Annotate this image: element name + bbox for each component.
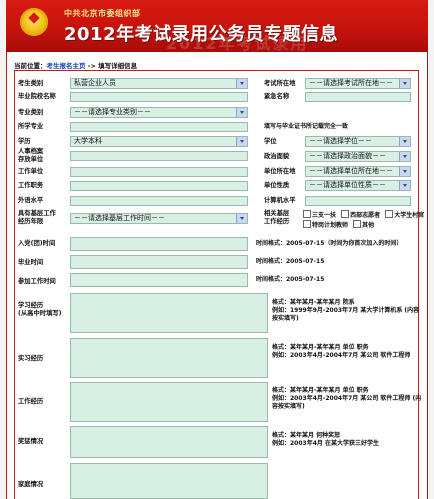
zhuanye-note: 填写与毕业证书所记载完全一致 (264, 123, 349, 130)
checkbox-xibu-zhiyuanzhe[interactable] (341, 210, 350, 218)
label-shixi-jingli: 实习经历 (18, 355, 44, 362)
label-gongzuo-zhiwu: 工作职务 (18, 182, 44, 189)
select-kaoshi-suozaidi-value: －－请选择考试所在地－－ (309, 79, 393, 87)
input-rudang-shijian[interactable] (70, 237, 248, 251)
select-xuewei-value: －－请选择学位－－ (309, 137, 372, 145)
textarea-gongzuo-jingli[interactable] (70, 382, 268, 422)
label-biye-shijian: 毕业时间 (18, 259, 44, 266)
textarea-jiating[interactable] (70, 463, 268, 499)
jiceng-checkbox-group: 三支一扶 西部志愿者 大学生村官 特岗计划教师 其他 (300, 210, 428, 230)
select-jiceng-nianxian[interactable]: －－请选择基层工作时间－－ (70, 213, 248, 224)
label-jiceng-nianxian: 具有基层工作 经历年限 (18, 210, 56, 225)
checkbox-daxuesheng-cunguan[interactable] (385, 210, 394, 218)
select-xueli[interactable]: 大学本科 (70, 136, 248, 147)
breadcrumb-home-link[interactable]: 考生报名主页 (47, 62, 86, 70)
header-banner: 2012年考试录用 中共北京市委组织部 2012年考试录用公务员专题信息 (6, 0, 428, 52)
input-canjia-gongzuo[interactable] (70, 273, 248, 287)
select-jiceng-nianxian-value: －－请选择基层工作时间－－ (74, 214, 165, 222)
select-zhuanye-leibie-value: －－请选择专业类别－－ (74, 108, 151, 116)
chevron-down-icon (236, 137, 247, 146)
input-waiyu[interactable] (70, 196, 248, 206)
label-xueli: 学历 (18, 138, 31, 145)
select-danwei-suozaidi-value: －－请选择单位所在地－－ (309, 167, 393, 175)
option-xibu-zhiyuanzhe: 西部志愿者 (350, 212, 381, 219)
checkbox-sanzhi-yifu[interactable] (303, 210, 311, 218)
label-zhengzhi-mianmao: 政治面貌 (264, 153, 290, 160)
option-tegang-jiaoshi: 特岗计划教师 (312, 222, 349, 229)
biye-note: 时间格式：2005-07-15 (256, 258, 325, 265)
label-kaosheng-leibie: 考生类别 (18, 80, 44, 87)
shixi-note: 格式：某年某月-某年某月 单位 职务 例如：2003年4月-2004年7月 某公… (272, 344, 411, 359)
org-name: 中共北京市委组织部 (64, 8, 141, 18)
chevron-down-icon (399, 137, 410, 146)
select-danwei-xingzhi[interactable]: －－请选择单位性质－－ (305, 180, 411, 191)
label-renshi-dangan: 人事档案 存放单位 (18, 148, 44, 163)
label-kaoshi-suozaidi: 考试所在地 (264, 80, 296, 87)
input-jisuanji[interactable] (305, 196, 411, 206)
breadcrumb-current: 填写详细信息 (98, 62, 138, 70)
select-zhengzhi-mianmao-value: －－请选择政治面貌－－ (309, 152, 386, 160)
label-zhuanye-mingcheng: 所学专业 (18, 123, 44, 130)
textarea-xuexi-jingli[interactable] (70, 293, 268, 333)
select-zhengzhi-mianmao[interactable]: －－请选择政治面貌－－ (305, 151, 411, 162)
input-gongzuo-zhiwu[interactable] (70, 181, 248, 191)
label-jisuanji: 计算机水平 (264, 197, 296, 204)
label-danwei-xingzhi: 单位性质 (264, 182, 290, 189)
select-xueli-value: 大学本科 (74, 137, 102, 145)
breadcrumb: 当前位置：考生报名主页 -> 填写详细信息 (14, 60, 137, 70)
label-gongzuo-danwei: 工作单位 (18, 168, 44, 175)
select-zhuanye-leibie[interactable]: －－请选择专业类别－－ (70, 107, 248, 118)
label-jiangcheng: 奖惩情况 (18, 438, 44, 445)
national-emblem-icon (20, 8, 48, 36)
select-kaoshi-suozaidi[interactable]: －－请选择考试所在地－－ (305, 78, 411, 89)
chevron-down-icon (236, 79, 247, 88)
textarea-jiangcheng[interactable] (70, 426, 268, 458)
label-zhuanye-leibie: 专业类别 (18, 109, 44, 116)
chevron-down-icon (399, 167, 410, 176)
page-title: 2012年考试录用公务员专题信息 (64, 24, 339, 45)
input-zhuanye-mingcheng[interactable] (70, 122, 248, 132)
breadcrumb-sep: -> (85, 62, 99, 70)
input-jiating-mingcheng[interactable] (305, 92, 411, 102)
jiangcheng-note: 格式：某年某月 何种奖惩 例如：2003年4月 在某大学获三好学生 (272, 432, 379, 447)
input-biye-yuanxiao[interactable] (70, 92, 248, 102)
rudang-note: 时间格式：2005-07-15（时间为你首次加入的时间） (256, 240, 403, 247)
select-danwei-xingzhi-value: －－请选择单位性质－－ (309, 181, 386, 189)
option-sanzhi-yifu: 三支一扶 (312, 212, 337, 219)
label-biye-yuanxiao: 毕业院校名称 (18, 93, 56, 100)
label-xuexi-jingli: 学习经历 (从高中时填写) (18, 302, 62, 317)
checkbox-qita[interactable] (353, 220, 362, 228)
label-gongzuo-jingli: 工作经历 (18, 398, 44, 405)
textarea-shixi-jingli[interactable] (70, 338, 268, 378)
label-danwei-suozaidi: 单位所在地 (264, 168, 296, 175)
chevron-down-icon (236, 108, 247, 117)
label-xuewei: 学位 (264, 138, 277, 145)
breadcrumb-prefix: 当前位置： (14, 62, 47, 70)
label-jiceng-jingli: 相关基层 工作经历 (264, 210, 290, 225)
select-xuewei[interactable]: －－请选择学位－－ (305, 136, 411, 147)
option-qita: 其他 (362, 222, 375, 229)
gongzuo-note: 格式：某年某月-某年某月 单位 职务 例如：2003年4月-2004年7月 某公… (272, 387, 422, 410)
xuexi-note: 格式：某年某月-某年某月 院系 例如：1999年9月-2003年7月 某大学计算… (272, 299, 420, 322)
select-kaosheng-leibie[interactable]: 私营企业人员 (70, 78, 248, 89)
chevron-down-icon (399, 79, 410, 88)
input-renshi-dangan[interactable] (70, 151, 248, 161)
checkbox-tegang-jiaoshi[interactable] (303, 220, 311, 228)
chevron-down-icon (399, 181, 410, 190)
select-danwei-suozaidi[interactable]: －－请选择单位所在地－－ (305, 166, 411, 177)
canjia-note: 时间格式：2005-07-15 (256, 276, 325, 283)
label-waiyu: 外语水平 (18, 197, 44, 204)
chevron-down-icon (236, 214, 247, 223)
label-jiating: 家庭情况 (18, 481, 44, 488)
chevron-down-icon (399, 152, 410, 161)
option-daxuesheng-cunguan: 大学生村官 (394, 212, 425, 219)
label-canjia-gongzuo: 参加工作时间 (18, 278, 56, 285)
label-rudang-shijian: 入党(团)时间 (18, 240, 56, 247)
input-gongzuo-danwei[interactable] (70, 167, 248, 177)
select-kaosheng-leibie-value: 私营企业人员 (74, 79, 116, 87)
label-jiating-mingcheng: 紧急名称 (264, 93, 290, 100)
input-biye-shijian[interactable] (70, 255, 248, 269)
